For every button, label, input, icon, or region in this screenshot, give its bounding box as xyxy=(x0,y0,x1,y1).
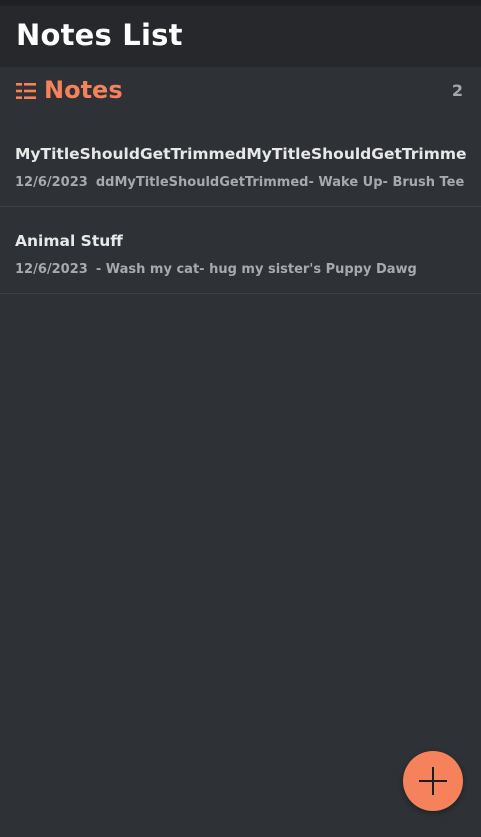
note-date: 12/6/2023 xyxy=(15,175,88,190)
plus-icon xyxy=(419,767,447,795)
notes-section-header: Notes 2 xyxy=(0,67,481,117)
note-preview: - Wash my cat- hug my sister's Puppy Daw… xyxy=(95,262,417,277)
notes-app: Notes List Notes 2 MyTitleShouldGetTrimm… xyxy=(0,0,481,837)
notes-count: 2 xyxy=(451,81,463,100)
add-note-button[interactable] xyxy=(403,751,463,811)
note-date: 12/6/2023 xyxy=(15,262,88,277)
note-meta: 12/6/2023 - Wash my cat- hug my sister's … xyxy=(15,262,465,277)
note-preview: ddMyTitleShouldGetTrimmed- Wake Up- Brus… xyxy=(95,175,465,190)
note-item[interactable]: Animal Stuff 12/6/2023 - Wash my cat- hug… xyxy=(0,207,481,294)
note-title: Animal Stuff xyxy=(15,232,123,250)
note-item[interactable]: MyTitleShouldGetTrimmedMyTitleShouldGetT… xyxy=(0,120,481,207)
note-list: MyTitleShouldGetTrimmedMyTitleShouldGetT… xyxy=(0,120,481,294)
section-title: Notes xyxy=(44,76,123,104)
list-icon xyxy=(16,81,36,101)
note-meta: 12/6/2023 ddMyTitleShouldGetTrimmed- Wake… xyxy=(15,175,465,190)
note-title: MyTitleShouldGetTrimmedMyTitleShouldGetT… xyxy=(15,145,467,163)
title-bar: Notes List xyxy=(0,6,481,67)
page-title: Notes List xyxy=(16,18,183,52)
